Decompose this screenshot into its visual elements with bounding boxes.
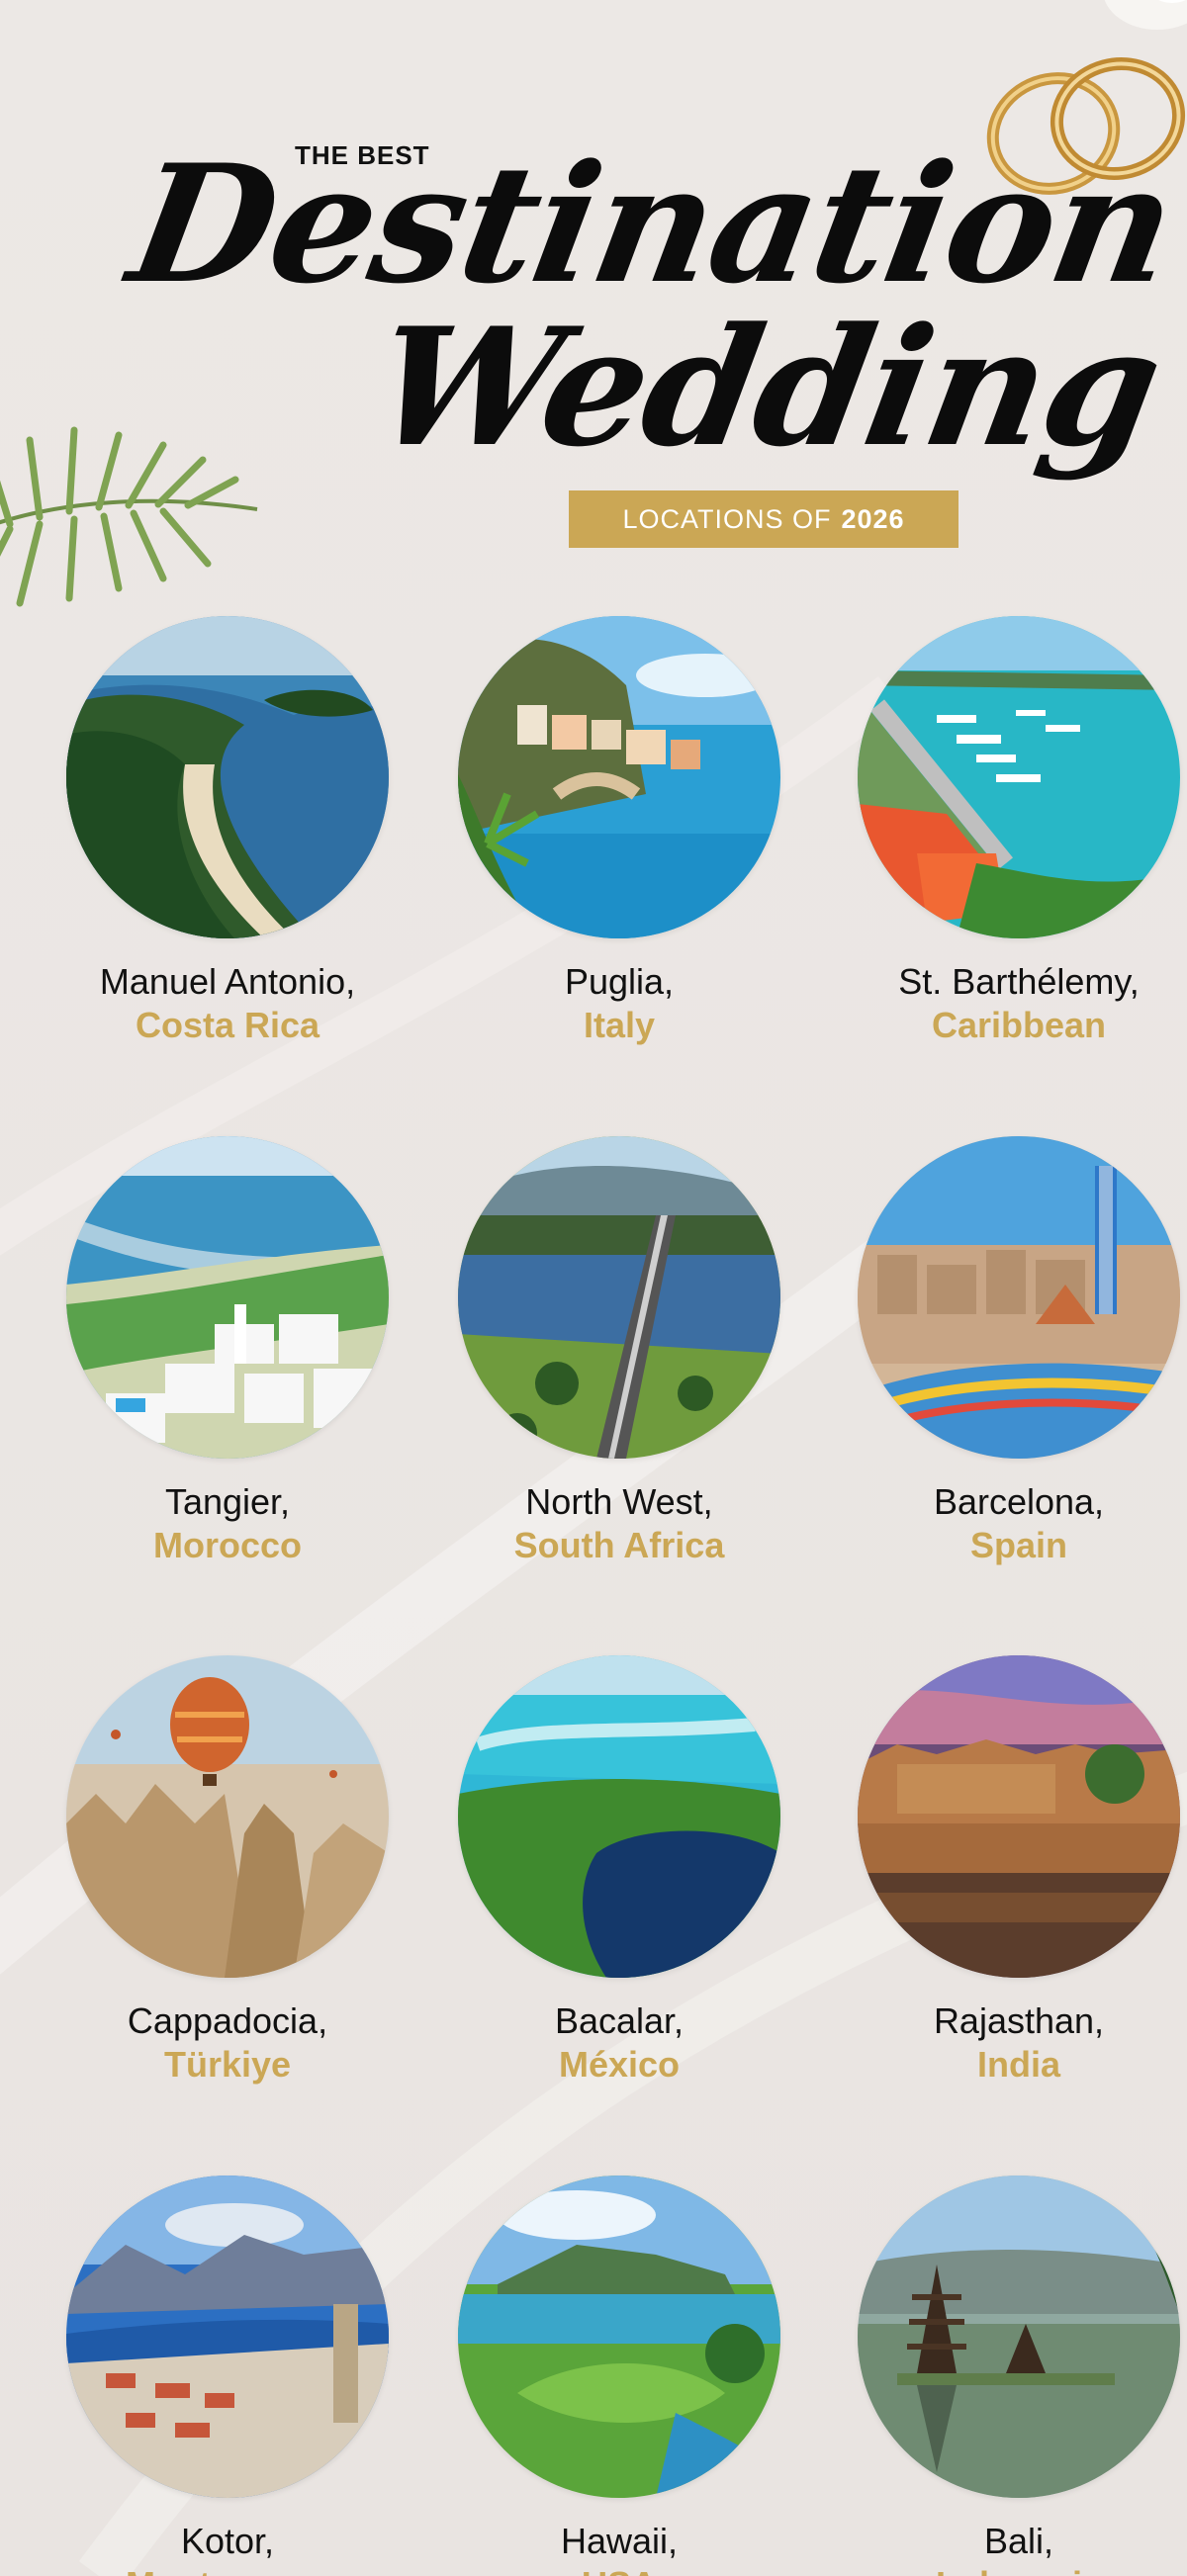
destination-photo [66,2176,389,2498]
mosaic-park-and-city-image [858,1136,1180,1459]
destination-photo [858,2176,1180,2498]
destination-card: Rajasthan, India [841,1655,1187,2087]
destination-card: Hawaii, USA [441,2176,797,2576]
destination-photo [458,1655,780,1978]
bay-with-old-town-image [66,2176,389,2498]
infographic-page: THE BEST Destination Wedding LOCATIONS O… [0,0,1187,2576]
destination-card: Cappadocia, Türkiye [49,1655,406,2087]
destination-city: Kotor, [180,2521,275,2561]
lake-temple-pagoda-image [858,2176,1180,2498]
destinations-grid: Manuel Antonio, Costa Rica Puglia, Italy… [0,0,1187,2576]
destination-country: Türkiye [163,2044,292,2085]
destination-card: Kotor, Montenegro [49,2176,406,2576]
destination-city: Bali, [983,2521,1054,2561]
destination-city: Tangier, [164,1481,291,1522]
destination-photo [458,1136,780,1459]
tropical-island-lagoon-image [458,2176,780,2498]
destination-country: Montenegro [49,2563,406,2576]
destination-city: Puglia, [564,961,675,1002]
destination-country: Costa Rica [135,1005,320,1045]
destination-city: Rajasthan, [933,2000,1105,2041]
destination-city: North West, [525,1481,713,1522]
cliffside-coastal-village-image [458,616,780,938]
coastal-peninsula-beach-image [66,616,389,938]
destination-card: Bali, Indonesia [841,2176,1187,2576]
destination-photo [458,616,780,938]
destination-photo [858,1655,1180,1978]
destination-city: Bacalar, [554,2000,685,2041]
destination-card: North West, South Africa [441,1136,797,1567]
destination-photo [858,1136,1180,1459]
bridge-over-lake-image [458,1136,780,1459]
destination-country: México [558,2044,681,2085]
destination-photo [858,616,1180,938]
destination-city: Hawaii, [560,2521,679,2561]
destination-country: India [976,2044,1060,2085]
destination-country: South Africa [513,1525,725,1565]
destination-country: Italy [583,1005,656,1045]
destination-photo [66,616,389,938]
fort-palace-at-sunset-image [858,1655,1180,1978]
destination-card: Barcelona, Spain [841,1136,1187,1567]
hot-air-balloon-over-rocks-image [66,1655,389,1978]
destination-city: Manuel Antonio, [99,961,356,1002]
destination-country: Spain [969,1525,1067,1565]
destination-card: St. Barthélemy, Caribbean [841,616,1187,1047]
destination-card: Puglia, Italy [441,616,797,1047]
destination-card: Bacalar, México [441,1655,797,2087]
destination-photo [66,1655,389,1978]
destination-city: Barcelona, [933,1481,1105,1522]
destination-photo [66,1136,389,1459]
destination-country: Morocco [152,1525,302,1565]
destination-country: Indonesia [841,2563,1187,2576]
destination-photo [458,2176,780,2498]
destination-city: Cappadocia, [127,2000,328,2041]
destination-city: St. Barthélemy, [898,961,1140,1002]
destination-card: Manuel Antonio, Costa Rica [49,616,406,1047]
harbor-with-yachts-image [858,616,1180,938]
turquoise-lagoon-aerial-image [458,1655,780,1978]
white-city-by-the-sea-image [66,1136,389,1459]
destination-card: Tangier, Morocco [49,1136,406,1567]
destination-country: Caribbean [931,1005,1107,1045]
destination-country: USA [441,2563,797,2576]
